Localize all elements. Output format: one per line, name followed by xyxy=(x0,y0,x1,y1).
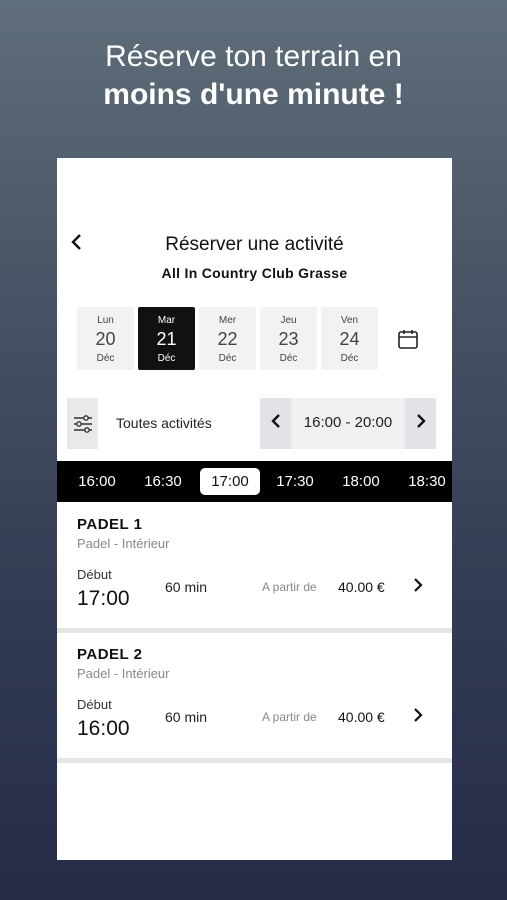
chevron-right-icon[interactable] xyxy=(413,707,423,728)
time-slot[interactable]: 16:30 xyxy=(133,468,193,495)
start-time: 16:00 xyxy=(77,717,130,740)
price: 40.00 € xyxy=(338,579,385,595)
headline: Réserve ton terrain en moins d'une minut… xyxy=(0,38,507,114)
court-name: PADEL 1 xyxy=(77,516,143,533)
club-name: All In Country Club Grasse xyxy=(161,265,348,281)
calendar-button[interactable] xyxy=(397,328,419,350)
day-month: Déc xyxy=(157,353,176,364)
day-number: 21 xyxy=(156,329,177,349)
court-type: Padel - Intérieur xyxy=(77,666,170,681)
range-prev-button[interactable] xyxy=(260,398,291,449)
start-time: 17:00 xyxy=(77,587,130,610)
court-type: Padel - Intérieur xyxy=(77,536,170,551)
price: 40.00 € xyxy=(338,709,385,725)
day-number: 20 xyxy=(95,329,116,349)
time-slot-bar: 16:00 16:30 17:00 17:30 18:00 18:30 xyxy=(57,461,452,502)
chevron-left-icon xyxy=(270,414,280,428)
calendar-icon xyxy=(398,330,418,349)
date-selector: Lun 20 Déc Mar 21 Déc Mer 22 Déc Jeu 23 … xyxy=(77,307,378,370)
page-title: Réserver une activité xyxy=(165,234,344,255)
day-name: Ven xyxy=(340,315,359,326)
day-name: Mar xyxy=(157,315,176,326)
duration: 60 min xyxy=(165,709,208,725)
phone-screen: Réserver une activité All In Country Clu… xyxy=(57,158,452,860)
time-slot-selected[interactable]: 17:00 xyxy=(200,468,260,495)
time-slot[interactable]: 18:30 xyxy=(397,468,452,495)
start-label: Début xyxy=(77,697,112,712)
filter-button[interactable] xyxy=(67,398,98,449)
day-jeu[interactable]: Jeu 23 Déc xyxy=(260,307,317,370)
chevron-right-icon[interactable] xyxy=(413,577,423,598)
day-number: 24 xyxy=(339,329,360,349)
time-slot[interactable]: 16:00 xyxy=(67,468,127,495)
chevron-right-icon xyxy=(416,414,426,428)
range-next-button[interactable] xyxy=(405,398,436,449)
day-name: Mer xyxy=(218,315,237,326)
time-range-selector: 16:00 - 20:00 xyxy=(260,398,436,449)
court-name: PADEL 2 xyxy=(77,646,143,663)
day-mar[interactable]: Mar 21 Déc xyxy=(138,307,195,370)
price-from-label: A partir de xyxy=(262,580,317,594)
duration: 60 min xyxy=(165,579,208,595)
day-month: Déc xyxy=(96,353,115,364)
card-separator xyxy=(57,758,452,763)
court-card-padel-2[interactable]: PADEL 2 Padel - Intérieur Début 16:00 60… xyxy=(57,633,452,758)
day-month: Déc xyxy=(218,353,237,364)
time-slot[interactable]: 17:30 xyxy=(265,468,325,495)
headline-line1: Réserve ton terrain en xyxy=(105,40,402,73)
headline-line2: moins d'une minute ! xyxy=(103,78,404,111)
day-number: 23 xyxy=(278,329,299,349)
day-name: Lun xyxy=(97,315,114,326)
day-lun[interactable]: Lun 20 Déc xyxy=(77,307,134,370)
price-from-label: A partir de xyxy=(262,710,317,724)
activity-filter-label[interactable]: Toutes activités xyxy=(116,415,212,431)
day-name: Jeu xyxy=(280,315,297,326)
day-number: 22 xyxy=(217,329,238,349)
time-range-value: 16:00 - 20:00 xyxy=(303,414,393,431)
day-mer[interactable]: Mer 22 Déc xyxy=(199,307,256,370)
day-month: Déc xyxy=(279,353,298,364)
filter-bar: Toutes activités 16:00 - 20:00 xyxy=(67,398,436,449)
sliders-icon xyxy=(73,414,92,433)
start-label: Début xyxy=(77,567,112,582)
court-card-padel-1[interactable]: PADEL 1 Padel - Intérieur Début 17:00 60… xyxy=(57,503,452,628)
day-ven[interactable]: Ven 24 Déc xyxy=(321,307,378,370)
time-slot[interactable]: 18:00 xyxy=(331,468,391,495)
day-month: Déc xyxy=(340,353,359,364)
